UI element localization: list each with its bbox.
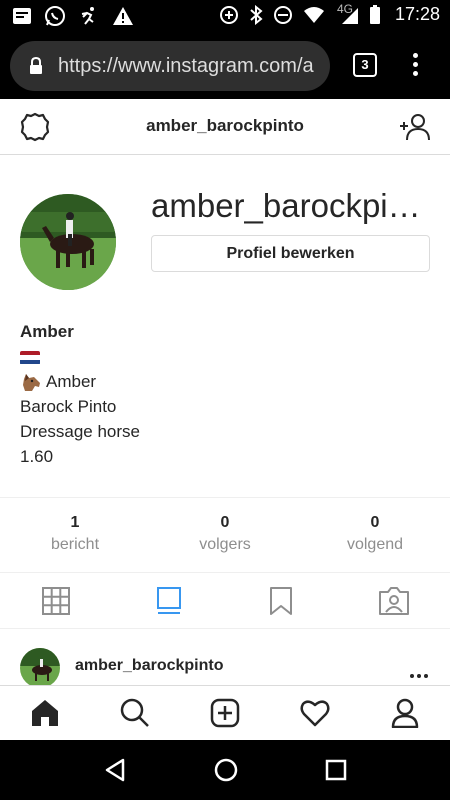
profile-username: amber_barockpinto [151,187,431,224]
post-username[interactable]: amber_barockpinto [75,657,223,675]
stat-label: volgend [346,536,404,553]
tab-saved[interactable] [225,574,338,628]
profile-header: amber_barockpinto [0,99,450,155]
nav-new-post[interactable] [180,686,270,740]
search-icon [120,698,149,727]
tagged-icon [378,587,409,615]
data-saver-icon [219,5,238,24]
activity-icon [81,7,94,25]
add-person-icon[interactable] [398,113,430,141]
dnd-icon [273,5,292,24]
bio-line: 1.60 [20,447,54,466]
stat-label: bericht [50,536,100,553]
address-bar[interactable]: https://www.instagram.com/a [10,41,330,91]
status-bar: 4G 17:28 [0,0,450,33]
stat-posts[interactable]: 1 bericht [0,498,150,572]
signal-icon [341,7,358,24]
post-avatar[interactable] [20,648,60,688]
edit-profile-button[interactable]: Profiel bewerken [151,235,430,272]
horse-face-icon [23,373,40,391]
clock: 17:28 [394,4,440,24]
feed-icon [156,587,181,614]
header-username: amber_barockpinto [146,116,304,135]
tab-grid[interactable] [0,574,113,628]
notification-icons [12,5,134,27]
tab-switcher-button[interactable]: 3 [353,53,377,77]
battery-icon [369,4,380,24]
profile-view-tabs [0,574,450,629]
profile-bio: Amber Amber Barock Pinto Dressage horse … [20,319,420,469]
wifi-icon [303,6,324,23]
stat-value: 0 [370,514,380,531]
new-post-icon [210,698,240,728]
profile-icon [391,698,419,728]
nav-activity[interactable] [270,686,360,740]
warning-icon [113,7,133,25]
system-icons: 4G 17:28 [219,2,440,25]
profile-avatar[interactable] [20,194,116,290]
home-icon [32,700,58,726]
bookmark-icon [270,587,293,615]
browser-menu-button[interactable] [405,53,425,79]
bio-line: Barock Pinto [20,397,117,416]
lock-icon [30,56,42,74]
profile-stats: 1 bericht 0 volgers 0 volgend [0,497,450,573]
settings-icon[interactable] [20,112,50,142]
nav-home[interactable] [0,686,90,740]
recents-icon[interactable] [325,759,347,781]
browser-toolbar: https://www.instagram.com/a 3 [0,33,450,99]
bottom-navigation [0,685,450,740]
stat-value: 1 [70,514,80,531]
bio-line: Amber [46,372,97,391]
post-more-options-icon[interactable] [410,665,432,678]
tab-tagged[interactable] [338,574,450,628]
instagram-profile-page: amber_barockpinto amber_barockpinto Prof… [0,99,450,740]
grid-icon [42,587,71,615]
bio-line: Dressage horse [20,422,141,441]
stat-following[interactable]: 0 volgend [300,498,450,572]
activity-heart-icon [300,700,330,727]
url-text[interactable]: https://www.instagram.com/a [58,55,320,78]
back-icon[interactable] [103,758,127,782]
stat-followers[interactable]: 0 volgers [150,498,300,572]
home-circle-icon[interactable] [214,758,238,782]
news-icon [13,8,31,24]
stat-label: volgers [199,536,251,553]
whatsapp-icon [45,6,65,26]
stat-value: 0 [220,514,230,531]
bio-name: Amber [20,322,74,341]
bluetooth-icon [250,4,263,25]
nav-profile[interactable] [360,686,450,740]
post-header: amber_barockpinto [0,645,450,688]
tab-feed[interactable] [113,574,226,628]
nav-search[interactable] [90,686,180,740]
android-navigation-bar [0,740,450,800]
netherlands-flag-icon [20,350,40,365]
